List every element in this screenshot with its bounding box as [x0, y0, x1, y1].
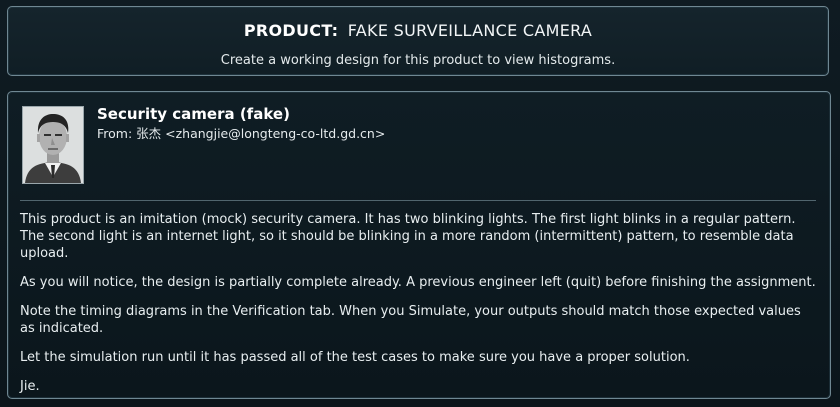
product-title-prefix: PRODUCT: — [243, 21, 339, 40]
message-paragraph: As you will notice, the design is partia… — [20, 275, 816, 290]
message-body: This product is an imitation (mock) secu… — [20, 211, 816, 407]
product-subtitle: Create a working design for this product… — [220, 53, 616, 68]
sender-avatar-icon — [22, 106, 84, 184]
message-paragraph: Let the simulation run until it has pass… — [20, 350, 690, 365]
message-panel: Security camera (fake) From: 张杰 <zhangji… — [7, 91, 831, 399]
message-from: From: 张杰 <zhangjie@longteng-co-ltd.gd.cn… — [97, 126, 386, 141]
message-title: Security camera (fake) — [97, 105, 290, 123]
message-paragraph: This product is an imitation (mock) secu… — [20, 212, 796, 261]
product-name: FAKE SURVEILLANCE CAMERA — [347, 21, 593, 40]
message-divider — [20, 200, 816, 201]
product-header: PRODUCT: FAKE SURVEILLANCE CAMERA Create… — [7, 6, 829, 76]
product-title: PRODUCT: FAKE SURVEILLANCE CAMERA — [8, 21, 828, 41]
message-paragraph: Note the timing diagrams in the Verifica… — [20, 304, 801, 336]
message-signature: Jie. — [20, 379, 40, 394]
person-portrait-icon — [23, 107, 83, 183]
product-brief-screen: PRODUCT: FAKE SURVEILLANCE CAMERA Create… — [0, 0, 840, 407]
